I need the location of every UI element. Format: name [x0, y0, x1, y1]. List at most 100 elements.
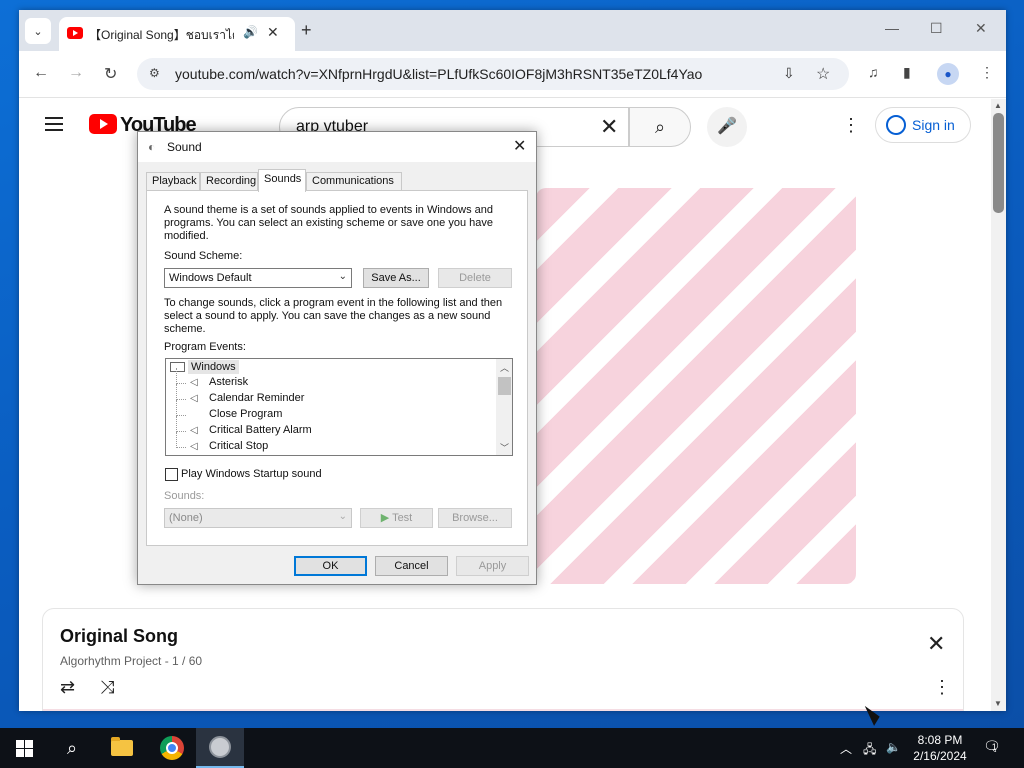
scroll-up-icon[interactable]: ︿: [500, 361, 509, 374]
reload-button[interactable]: ↻: [104, 64, 117, 84]
network-icon[interactable]: 🖧: [863, 740, 876, 761]
browse-button[interactable]: Browse...: [438, 508, 512, 528]
tab-recording[interactable]: Recording: [200, 172, 258, 191]
scroll-down-icon[interactable]: ▼: [994, 699, 1002, 708]
playlist-item[interactable]: [43, 709, 963, 711]
tab-strip: ⌄ 【Original Song】ชอบเราได้มั้ย 🔊 ✕ + — ☐…: [19, 10, 1006, 51]
tree-line: [176, 447, 186, 448]
shuffle-icon[interactable]: ⤨: [100, 677, 114, 698]
bookmark-star-icon[interactable]: ☆: [816, 64, 830, 84]
events-scrollbar[interactable]: ︿ ﹀: [496, 359, 512, 455]
ok-button[interactable]: OK: [294, 556, 367, 576]
new-tab-button[interactable]: +: [301, 20, 312, 41]
tree-line: [176, 383, 186, 384]
back-button[interactable]: ←: [33, 64, 49, 82]
cancel-button[interactable]: Cancel: [375, 556, 448, 576]
sound-scheme-select[interactable]: Windows Default ⌄: [164, 268, 352, 288]
tab-title: 【Original Song】ชอบเราได้มั้ย: [89, 28, 234, 42]
close-icon[interactable]: ✕: [267, 24, 279, 41]
sound-taskbar-icon[interactable]: [196, 728, 244, 768]
youtube-favicon: [67, 27, 83, 39]
address-bar[interactable]: ⚙ youtube.com/watch?v=XNfprnHrgdU&list=P…: [137, 58, 849, 90]
tree-line: [176, 400, 177, 416]
sounds-select[interactable]: (None) ⌄: [164, 508, 352, 528]
window-close-button[interactable]: ✕: [975, 20, 987, 37]
tree-line: [176, 399, 186, 400]
play-icon: ▶: [380, 512, 390, 524]
page-scrollbar[interactable]: ▲ ▼: [991, 99, 1006, 711]
video-player[interactable]: [536, 188, 856, 584]
install-app-icon[interactable]: ⇩: [783, 65, 795, 82]
scrollbar-thumb[interactable]: [498, 377, 511, 395]
save-as-button[interactable]: Save As...: [363, 268, 429, 288]
delete-button[interactable]: Delete: [438, 268, 512, 288]
media-control-icon[interactable]: ♫: [868, 64, 879, 80]
file-explorer-icon[interactable]: [98, 728, 146, 768]
program-events-list[interactable]: Windows ◁ Asterisk ◁ Calendar Reminder C…: [165, 358, 513, 456]
instructions-text: To change sounds, click a program event …: [164, 297, 503, 335]
browser-tab[interactable]: 【Original Song】ชอบเราได้มั้ย 🔊 ✕: [59, 17, 295, 51]
browser-toolbar: ← → ↻ ⚙ youtube.com/watch?v=XNfprnHrgdU&…: [19, 51, 1006, 98]
notification-icon[interactable]: 🗨1: [983, 738, 1006, 755]
scheme-label: Sound Scheme:: [164, 250, 243, 262]
startup-sound-label[interactable]: Play Windows Startup sound: [181, 468, 322, 481]
show-hidden-icons-icon[interactable]: ︿: [840, 740, 852, 757]
event-label: Calendar Reminder: [209, 392, 305, 404]
events-label: Program Events:: [164, 341, 246, 353]
chrome-taskbar-icon[interactable]: [148, 728, 196, 768]
loop-icon[interactable]: ⇄: [60, 677, 75, 698]
sound-settings-icon: [209, 736, 231, 758]
clock-time: 8:08 PM: [917, 733, 963, 747]
speaker-icon[interactable]: 🔊: [243, 25, 258, 39]
apply-button[interactable]: Apply: [456, 556, 529, 576]
system-clock[interactable]: 8:08 PM 2/16/2024: [905, 732, 975, 764]
tree-line: [176, 384, 177, 400]
dialog-title: Sound: [167, 140, 202, 154]
start-button[interactable]: [0, 728, 48, 768]
clear-search-icon[interactable]: ✕: [600, 114, 618, 140]
playlist-more-icon[interactable]: ⋮: [933, 677, 951, 698]
test-button[interactable]: ▶ Test: [360, 508, 433, 528]
minimize-button[interactable]: —: [885, 20, 899, 36]
side-panel-icon[interactable]: ▮: [903, 64, 911, 81]
tree-line: [176, 431, 186, 432]
chrome-menu-icon[interactable]: ⋮: [980, 64, 994, 81]
more-options-icon[interactable]: ⋮: [842, 115, 860, 136]
sounds-label: Sounds:: [164, 490, 205, 502]
speaker-icon: ◁: [190, 425, 198, 436]
tree-line: [176, 415, 186, 416]
site-info-icon[interactable]: ⚙: [149, 66, 160, 80]
tab-sounds[interactable]: Sounds: [258, 169, 306, 192]
volume-muted-icon[interactable]: 🔈: [886, 740, 901, 754]
search-icon[interactable]: ⌕: [48, 728, 96, 768]
close-playlist-icon[interactable]: ✕: [927, 631, 945, 657]
microphone-icon[interactable]: 🎤: [707, 107, 747, 147]
intro-text: A sound theme is a set of sounds applied…: [164, 204, 493, 242]
scrollbar-thumb[interactable]: [993, 113, 1004, 213]
scroll-up-icon[interactable]: ▲: [994, 101, 1002, 110]
tab-search-button[interactable]: ⌄: [25, 18, 51, 44]
tab-playback[interactable]: Playback: [146, 172, 200, 191]
youtube-logo-icon[interactable]: [89, 114, 117, 134]
maximize-button[interactable]: ☐: [930, 20, 943, 37]
profile-avatar-icon[interactable]: ●: [937, 63, 959, 85]
sign-in-label: Sign in: [912, 117, 955, 133]
hamburger-menu-icon[interactable]: [45, 117, 63, 131]
search-icon[interactable]: ⌕: [629, 107, 691, 147]
tab-communications[interactable]: Communications: [306, 172, 402, 191]
dialog-close-icon[interactable]: ✕: [513, 136, 526, 156]
clock-date: 2/16/2024: [913, 749, 967, 763]
startup-sound-checkbox[interactable]: [165, 468, 178, 481]
event-label: Windows: [188, 360, 239, 374]
scroll-down-icon[interactable]: ﹀: [500, 441, 509, 454]
forward-button[interactable]: →: [68, 64, 84, 82]
dialog-titlebar[interactable]: ◐ Sound ✕: [138, 132, 536, 162]
playlist-panel: Original Song Algorhythm Project - 1 / 6…: [42, 608, 964, 711]
tree-line: [176, 368, 177, 384]
tree-line: [176, 416, 177, 432]
playlist-title[interactable]: Original Song: [60, 626, 178, 647]
account-icon: [886, 115, 906, 135]
scheme-value: Windows Default: [169, 272, 252, 284]
sign-in-button[interactable]: Sign in: [875, 107, 971, 143]
taskbar: ⌕ ︿ 🖧 🔈 8:08 PM 2/16/2024 🗨1: [0, 728, 1024, 768]
